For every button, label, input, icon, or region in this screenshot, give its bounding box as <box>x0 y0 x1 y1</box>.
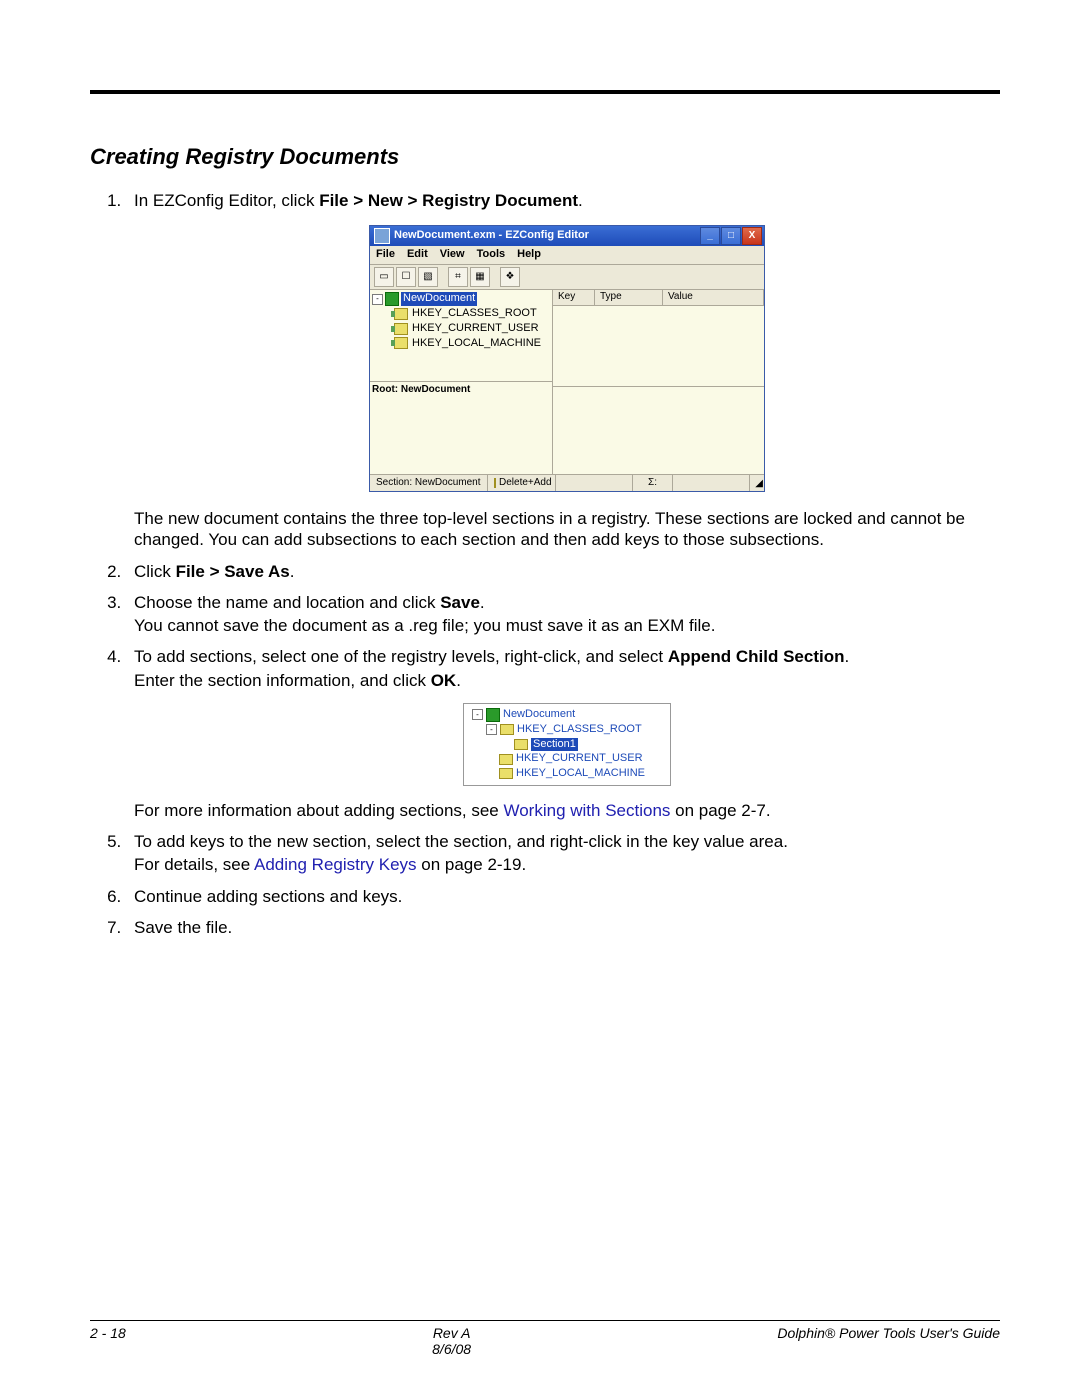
menubar: File Edit View Tools Help <box>370 246 764 265</box>
grid-area-bottom[interactable] <box>553 387 764 475</box>
link-adding-registry-keys[interactable]: Adding Registry Keys <box>254 855 417 874</box>
s2-hklm[interactable]: HKEY_LOCAL_MACHINE <box>486 767 666 781</box>
step1-followup: The new document contains the three top-… <box>134 508 1000 551</box>
steps-list: In EZConfig Editor, click File > New > R… <box>90 190 1000 938</box>
tree-root-label: NewDocument <box>401 292 477 306</box>
status-mode: Delete+Add <box>488 475 556 491</box>
section-heading: Creating Registry Documents <box>90 144 1000 170</box>
step-6: Continue adding sections and keys. <box>126 886 1000 907</box>
menu-help[interactable]: Help <box>517 248 541 262</box>
folder-icon <box>499 754 513 765</box>
toolbar: ▭ ☐ ▧ ⌗ ▦ ❖ <box>370 265 764 290</box>
tree-pane: - NewDocument HKEY_CLASSES_ROOT HKEY_CUR… <box>370 290 552 382</box>
app-icon <box>374 228 390 244</box>
status-spacer <box>556 475 633 491</box>
menu-file[interactable]: File <box>376 248 395 262</box>
root-icon <box>486 708 500 722</box>
new-icon[interactable]: ▭ <box>374 267 394 287</box>
status-section: Section: NewDocument <box>370 475 488 491</box>
step-4: To add sections, select one of the regis… <box>126 646 1000 821</box>
status-spacer2 <box>673 475 750 491</box>
folder-icon <box>494 478 496 488</box>
window-title: NewDocument.exm - EZConfig Editor <box>394 229 589 243</box>
open-icon[interactable]: ☐ <box>396 267 416 287</box>
menu-view[interactable]: View <box>440 248 465 262</box>
maximize-button[interactable]: □ <box>721 227 741 245</box>
folder-icon <box>394 323 408 335</box>
tool-icon-3[interactable]: ❖ <box>500 267 520 287</box>
step-3: Choose the name and location and click S… <box>126 592 1000 637</box>
step4-followup: For more information about adding sectio… <box>134 800 1000 821</box>
save-icon[interactable]: ▧ <box>418 267 438 287</box>
detail-pane: Root: NewDocument <box>370 382 552 474</box>
menu-edit[interactable]: Edit <box>407 248 428 262</box>
tool-icon-1[interactable]: ⌗ <box>448 267 468 287</box>
tree-item-hkcr[interactable]: HKEY_CLASSES_ROOT <box>394 307 550 321</box>
top-rule <box>90 90 1000 94</box>
s2-hkcu[interactable]: HKEY_CURRENT_USER <box>486 752 666 766</box>
page-footer: 2 - 18 Rev A 8/6/08 Dolphin® Power Tools… <box>90 1320 1000 1357</box>
folder-icon <box>394 308 408 320</box>
link-working-with-sections[interactable]: Working with Sections <box>503 801 670 820</box>
tree-item-hkcu[interactable]: HKEY_CURRENT_USER <box>394 322 550 336</box>
footer-guide-title: Dolphin® Power Tools User's Guide <box>777 1325 1000 1357</box>
grid-header: Key Type Value <box>553 290 764 306</box>
folder-icon <box>500 724 514 735</box>
detail-label: Root: NewDocument <box>372 384 550 397</box>
statusbar: Section: NewDocument Delete+Add Σ: ◢ <box>370 474 764 491</box>
col-key[interactable]: Key <box>553 290 595 305</box>
close-button[interactable]: X <box>742 227 762 245</box>
s2-root[interactable]: - NewDocument <box>472 708 666 722</box>
tool-icon-2[interactable]: ▦ <box>470 267 490 287</box>
expander-icon[interactable]: - <box>486 724 497 735</box>
folder-icon <box>514 739 528 750</box>
footer-date: 8/6/08 <box>126 1341 778 1357</box>
minimize-button[interactable]: _ <box>700 227 720 245</box>
titlebar: NewDocument.exm - EZConfig Editor _ □ X <box>370 226 764 246</box>
expander-icon[interactable]: - <box>472 709 483 720</box>
footer-rev: Rev A <box>126 1325 778 1341</box>
grid-area-top[interactable] <box>553 306 764 387</box>
expander-icon[interactable]: - <box>372 294 383 305</box>
s2-hkcr[interactable]: - HKEY_CLASSES_ROOT <box>486 723 666 737</box>
col-value[interactable]: Value <box>663 290 764 305</box>
tree-snippet-screenshot: - NewDocument - HKEY_CLASSES_ROOT Sectio… <box>463 703 671 786</box>
s2-section1[interactable]: Section1 <box>514 738 666 752</box>
root-icon <box>385 292 399 306</box>
key-value-pane: Key Type Value <box>553 290 764 474</box>
step-5: To add keys to the new section, select t… <box>126 831 1000 876</box>
folder-icon <box>394 337 408 349</box>
step-1: In EZConfig Editor, click File > New > R… <box>126 190 1000 551</box>
folder-icon <box>499 768 513 779</box>
tree-item-hklm[interactable]: HKEY_LOCAL_MACHINE <box>394 337 550 351</box>
footer-page-number: 2 - 18 <box>90 1325 126 1357</box>
status-sigma: Σ: <box>633 475 673 491</box>
col-type[interactable]: Type <box>595 290 663 305</box>
step-7: Save the file. <box>126 917 1000 938</box>
menu-tools[interactable]: Tools <box>477 248 506 262</box>
tree-root[interactable]: - NewDocument <box>372 292 550 306</box>
resize-grip-icon[interactable]: ◢ <box>750 475 764 491</box>
ezconfig-editor-screenshot: NewDocument.exm - EZConfig Editor _ □ X … <box>369 225 765 492</box>
step-2: Click File > Save As. <box>126 561 1000 582</box>
